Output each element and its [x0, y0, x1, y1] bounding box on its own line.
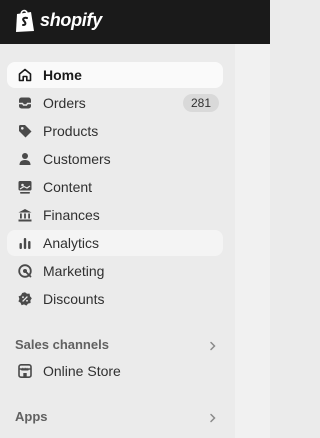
sidebar-item-label: Marketing — [43, 263, 105, 279]
apps-header[interactable]: Apps — [15, 407, 223, 425]
sidebar-item-analytics[interactable]: Analytics — [7, 230, 223, 256]
shopify-bag-icon — [16, 9, 34, 32]
brand-name: shopify — [40, 10, 102, 30]
chevron-right-icon — [209, 410, 217, 428]
shopify-logo[interactable]: shopify — [14, 8, 102, 33]
sidebar-item-label: Customers — [43, 151, 111, 167]
sidebar-item-label: Content — [43, 179, 93, 195]
top-bar: shopify — [0, 0, 270, 44]
person-icon — [17, 151, 33, 167]
home-icon — [17, 67, 33, 83]
sidebar-item-label: Home — [43, 67, 82, 83]
bank-icon — [17, 207, 33, 223]
sidebar: Home Orders 281 Products Customers Conte… — [0, 44, 235, 438]
sidebar-item-marketing[interactable]: Marketing — [7, 258, 223, 284]
sidebar-item-discounts[interactable]: Discounts — [7, 286, 223, 312]
sidebar-item-finances[interactable]: Finances — [7, 202, 223, 228]
sidebar-item-customers[interactable]: Customers — [7, 146, 223, 172]
chevron-right-icon — [209, 338, 217, 356]
sidebar-item-label: Online Store — [43, 363, 121, 379]
tag-icon — [17, 123, 33, 139]
sidebar-item-label: Orders — [43, 95, 86, 111]
sidebar-item-content[interactable]: Content — [7, 174, 223, 200]
orders-count-badge: 281 — [183, 94, 219, 112]
sales-channels-header[interactable]: Sales channels — [15, 335, 223, 353]
sidebar-item-home[interactable]: Home — [7, 62, 223, 88]
sidebar-item-orders[interactable]: Orders 281 — [7, 90, 223, 116]
sidebar-item-label: Finances — [43, 207, 100, 223]
sidebar-item-label: Products — [43, 123, 99, 139]
apps-title: Apps — [15, 409, 48, 424]
target-icon — [17, 263, 33, 279]
content-icon — [17, 179, 33, 195]
bar-chart-icon — [17, 235, 33, 251]
sales-channels-title: Sales channels — [15, 337, 109, 352]
discount-icon — [17, 291, 33, 307]
store-icon — [17, 363, 33, 379]
sidebar-item-label: Analytics — [43, 235, 100, 251]
sidebar-item-label: Discounts — [43, 291, 105, 307]
sidebar-item-products[interactable]: Products — [7, 118, 223, 144]
orders-icon — [17, 95, 33, 111]
main-content-area — [235, 44, 270, 438]
sidebar-item-online-store[interactable]: Online Store — [7, 358, 223, 384]
